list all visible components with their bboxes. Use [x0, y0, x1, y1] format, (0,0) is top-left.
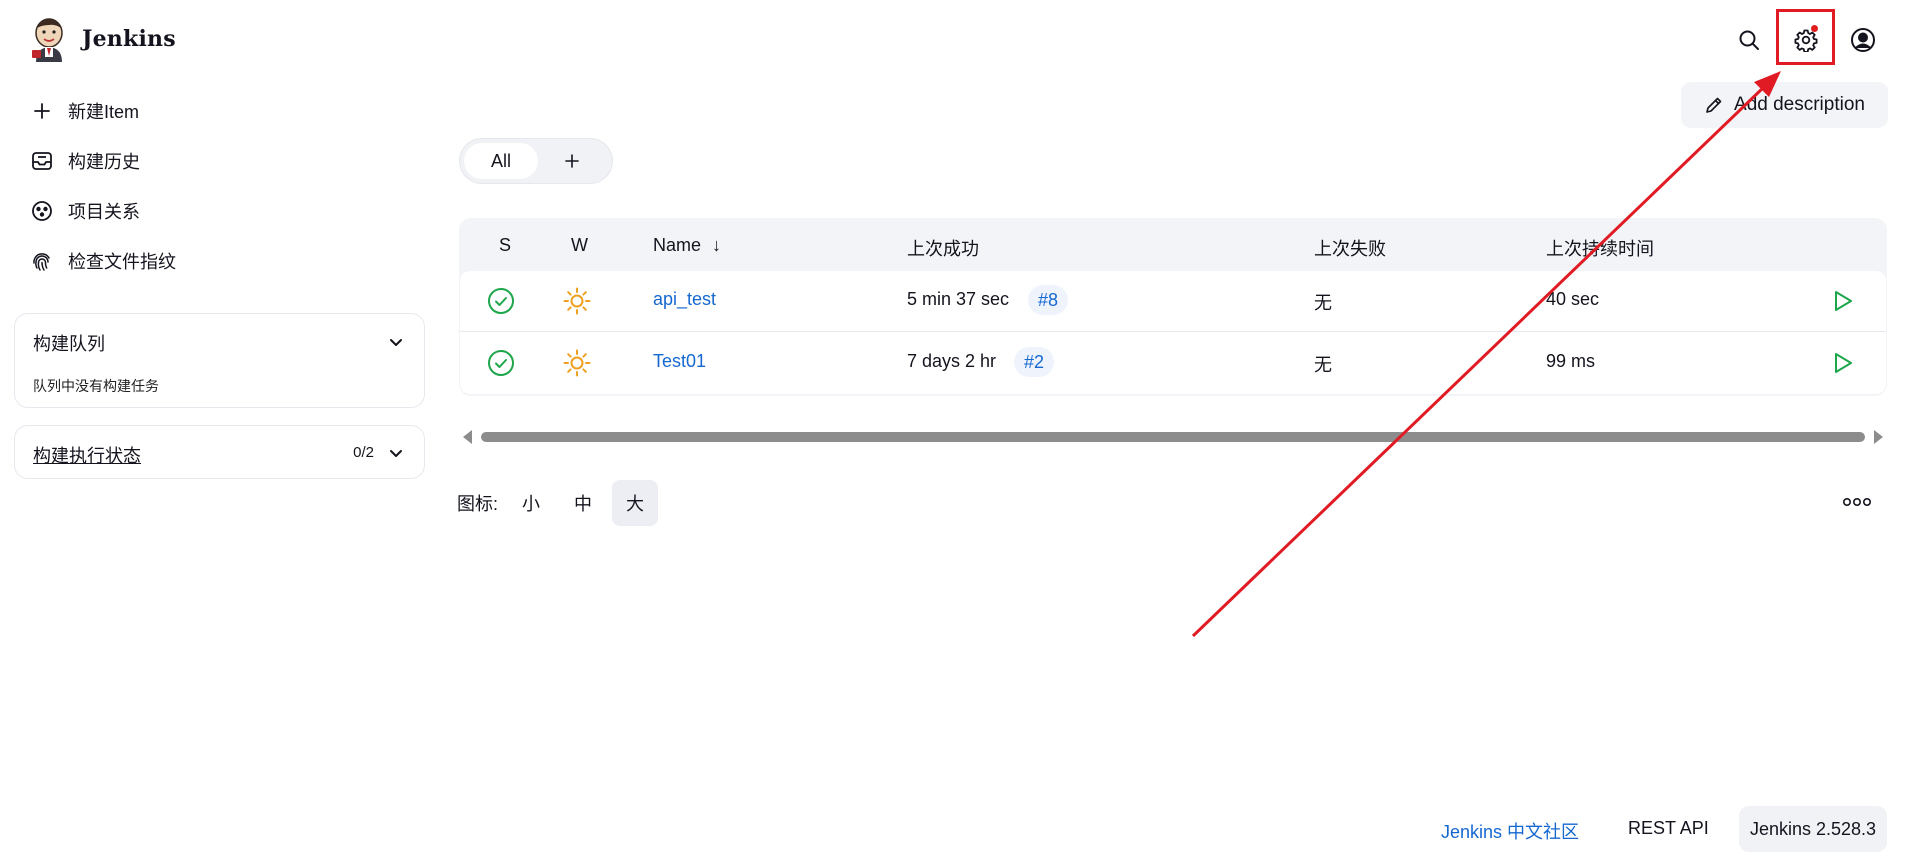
last-failure-value: 无: [1314, 355, 1332, 375]
last-success-time: 7 days 2 hr: [907, 351, 997, 371]
page-header: Jenkins: [0, 0, 1920, 80]
add-view-button[interactable]: [558, 147, 586, 175]
header-last-success[interactable]: 上次成功: [907, 235, 979, 261]
fingerprint-icon: [33, 253, 50, 271]
icon-size-large[interactable]: 大: [612, 480, 659, 526]
build-number-badge[interactable]: #8: [1028, 285, 1069, 315]
header-name[interactable]: Name ↓: [653, 235, 721, 256]
highlight-box: [1776, 9, 1835, 65]
search-icon: [1739, 30, 1759, 50]
horizontal-scrollbar[interactable]: [459, 426, 1887, 448]
scroll-left-icon[interactable]: [463, 430, 472, 444]
pencil-icon: [1706, 97, 1722, 113]
sidebar-item-fingerprint[interactable]: 检查文件指纹: [30, 236, 410, 286]
view-tabs: All: [459, 138, 613, 184]
brand[interactable]: Jenkins: [30, 16, 176, 62]
icon-size-selector: 图标: 小 中 大: [457, 480, 664, 526]
job-link[interactable]: api_test: [653, 289, 716, 310]
success-status-icon: [488, 350, 514, 376]
sidebar-item-label: 检查文件指纹: [68, 252, 176, 272]
more-options-icon[interactable]: [1842, 494, 1872, 510]
relationship-icon: [32, 201, 52, 221]
sunny-weather-icon: [563, 287, 591, 315]
header-last-failure[interactable]: 上次失败: [1314, 235, 1386, 261]
executor-status-link[interactable]: 构建执行状态: [33, 442, 141, 468]
user-icon: [1851, 28, 1875, 52]
build-number-badge[interactable]: #2: [1014, 347, 1055, 377]
table-row: Test01 7 days 2 hr #2 无 99 ms: [460, 332, 1886, 394]
sidebar-item-project-relationship[interactable]: 项目关系: [30, 186, 410, 236]
sidebar-item-label: 新建Item: [68, 102, 140, 122]
version-button[interactable]: Jenkins 2.528.3: [1739, 806, 1887, 852]
sort-arrow-icon: ↓: [712, 235, 722, 255]
rest-api-link[interactable]: REST API: [1628, 818, 1709, 839]
sunny-weather-icon: [563, 349, 591, 377]
last-duration-value: 40 sec: [1546, 289, 1600, 309]
jobs-table: S W Name ↓ 上次成功 上次失败 上次持续时间 api_test 5 m…: [459, 218, 1887, 396]
executor-status-panel: 构建执行状态 0/2: [14, 425, 425, 479]
success-status-icon: [488, 288, 514, 314]
last-failure-value: 无: [1314, 293, 1332, 313]
last-success-time: 5 min 37 sec: [907, 289, 1010, 309]
last-duration-value: 99 ms: [1546, 351, 1596, 371]
chevron-down-icon[interactable]: [388, 445, 404, 461]
sidebar-item-new-item[interactable]: 新建Item: [30, 86, 410, 136]
icon-size-medium[interactable]: 中: [560, 480, 606, 526]
jenkins-logo-icon: [32, 18, 63, 62]
side-navigation: 新建Item 构建历史 项目关系 检查文件指纹: [30, 86, 410, 286]
add-description-label: Add description: [1734, 94, 1865, 115]
icon-size-label: 图标:: [457, 494, 499, 514]
community-link[interactable]: Jenkins 中文社区: [1441, 818, 1579, 844]
play-icon[interactable]: [1828, 287, 1856, 315]
sidebar-item-label: 项目关系: [68, 202, 140, 222]
build-queue-panel: 构建队列 队列中没有构建任务: [14, 313, 425, 408]
sidebar-item-label: 构建历史: [68, 152, 140, 172]
scrollbar-thumb[interactable]: [481, 432, 1865, 442]
build-queue-empty-text: 队列中没有构建任务: [33, 378, 159, 394]
icon-size-small[interactable]: 小: [508, 480, 554, 526]
header-last-duration[interactable]: 上次持续时间: [1546, 235, 1654, 261]
executor-count: 0/2: [353, 444, 374, 461]
job-link[interactable]: Test01: [653, 351, 706, 372]
plus-icon: [34, 103, 50, 119]
header-weather[interactable]: W: [571, 235, 588, 256]
search-button[interactable]: [1729, 20, 1769, 60]
user-menu-button[interactable]: [1843, 20, 1883, 60]
add-description-button[interactable]: Add description: [1681, 82, 1888, 128]
header-status[interactable]: S: [499, 235, 511, 256]
header-name-label: Name: [653, 235, 702, 255]
brand-name: Jenkins: [82, 26, 176, 52]
build-queue-title[interactable]: 构建队列: [33, 330, 105, 356]
plus-icon: [565, 154, 579, 168]
chevron-down-icon[interactable]: [388, 334, 404, 350]
tab-all[interactable]: All: [464, 143, 538, 179]
inbox-icon: [32, 152, 52, 170]
play-icon[interactable]: [1828, 349, 1856, 377]
scroll-right-icon[interactable]: [1874, 430, 1883, 444]
table-row: api_test 5 min 37 sec #8 无 40 sec: [460, 271, 1886, 331]
sidebar-item-build-history[interactable]: 构建历史: [30, 136, 410, 186]
